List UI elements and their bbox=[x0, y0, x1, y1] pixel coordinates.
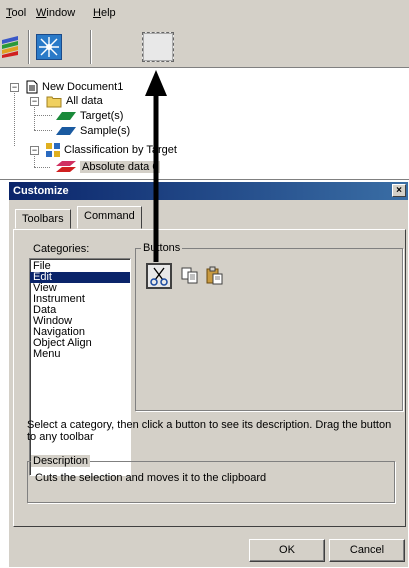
tab-toolbars[interactable]: Toolbars bbox=[15, 209, 71, 229]
buttons-group bbox=[135, 248, 403, 411]
starburst-icon[interactable] bbox=[36, 34, 62, 60]
description-text: Cuts the selection and moves it to the c… bbox=[35, 472, 267, 484]
tree-line bbox=[34, 115, 52, 116]
document-tree: − New Document1 − All data Target(s) Sam… bbox=[0, 68, 409, 180]
tree-line bbox=[34, 167, 50, 168]
tree-collapse-toggle[interactable]: − bbox=[10, 83, 19, 92]
customize-dialog: Customize × Toolbars Command Categories:… bbox=[8, 181, 409, 568]
cancel-button[interactable]: Cancel bbox=[329, 539, 405, 562]
tree-collapse-toggle[interactable]: − bbox=[30, 97, 39, 106]
tree-item-label: Target(s) bbox=[80, 110, 124, 122]
tree-item-label: Absolute data 0 bbox=[80, 161, 161, 173]
ok-button[interactable]: OK bbox=[249, 539, 325, 562]
classification-icon bbox=[46, 143, 60, 157]
tree-item-target[interactable]: Target(s) bbox=[56, 108, 123, 124]
description-label: Description bbox=[31, 455, 91, 467]
blue-layer-icon bbox=[56, 127, 76, 135]
tree-line bbox=[34, 102, 35, 130]
dialog-titlebar[interactable]: Customize × bbox=[9, 182, 408, 200]
dialog-title: Customize bbox=[13, 185, 69, 197]
tree-item-all-data[interactable]: All data bbox=[46, 93, 103, 109]
menu-tool[interactable]: Tool bbox=[6, 7, 26, 19]
tree-item-label: Sample(s) bbox=[80, 125, 131, 137]
tree-line bbox=[34, 154, 35, 167]
categories-list[interactable]: File Edit View Instrument Data Window Na… bbox=[29, 258, 131, 476]
close-icon[interactable]: × bbox=[392, 184, 406, 197]
tree-item-classification[interactable]: Classification by Target bbox=[46, 142, 177, 158]
toolbar bbox=[0, 26, 409, 68]
red-layer-icon bbox=[56, 161, 76, 172]
document-icon bbox=[26, 80, 38, 94]
tree-line bbox=[14, 88, 15, 146]
green-layer-icon bbox=[56, 112, 76, 120]
toolbar-separator bbox=[28, 30, 30, 64]
toolbar-separator bbox=[90, 30, 92, 64]
menu-bar: Tool Window Help bbox=[0, 0, 409, 26]
tab-command[interactable]: Command bbox=[77, 206, 142, 229]
folder-icon bbox=[46, 96, 62, 107]
cut-icon[interactable] bbox=[146, 263, 172, 289]
copy-icon[interactable] bbox=[180, 266, 202, 288]
tree-item-sample[interactable]: Sample(s) bbox=[56, 123, 130, 139]
categories-label: Categories: bbox=[33, 243, 90, 255]
tree-item-label: New Document1 bbox=[42, 81, 124, 93]
tree-item-label: Classification by Target bbox=[64, 144, 177, 156]
tree-item-absolute-data[interactable]: Absolute data 0 bbox=[56, 159, 161, 175]
tree-line bbox=[34, 130, 52, 131]
toolbar-drop-target[interactable] bbox=[142, 32, 174, 62]
paste-icon[interactable] bbox=[205, 266, 227, 288]
layers-icon[interactable] bbox=[2, 34, 22, 58]
buttons-label: Buttons bbox=[141, 242, 183, 254]
list-item[interactable]: Menu bbox=[30, 349, 130, 360]
menu-window[interactable]: Window bbox=[36, 7, 75, 19]
instruction-text: Select a category, then click a button t… bbox=[27, 419, 392, 443]
menu-help[interactable]: Help bbox=[93, 7, 116, 19]
tree-item-label: All data bbox=[66, 95, 103, 107]
tree-collapse-toggle[interactable]: − bbox=[30, 146, 39, 155]
